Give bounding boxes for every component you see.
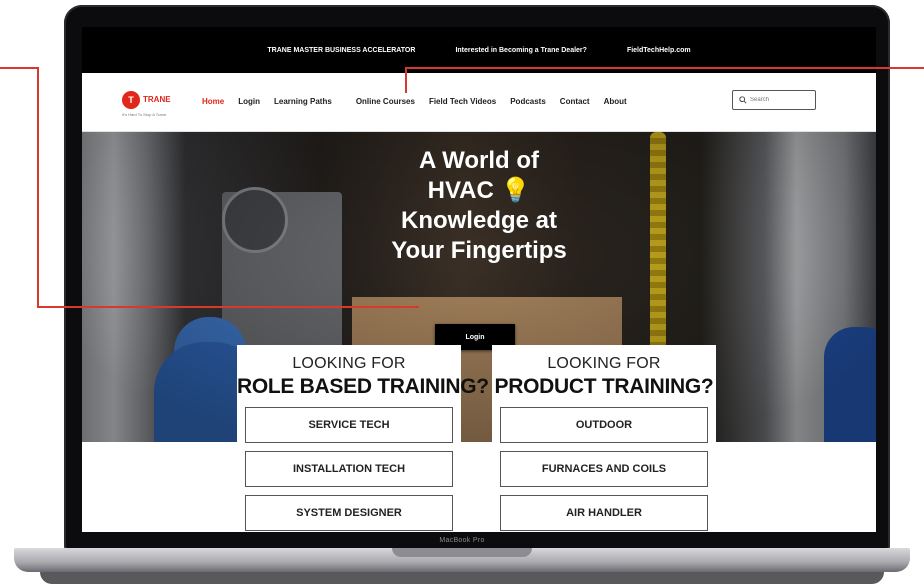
callout-line-left-bottom <box>37 306 419 308</box>
callout-line-right-top <box>405 67 924 69</box>
nav-item-login[interactable]: Login <box>238 97 260 106</box>
logo-wordmark: TRANE <box>143 95 171 104</box>
logo-tagline: It's Hard To Stop A Trane. <box>122 112 168 117</box>
topbar-link-accelerator[interactable]: TRANE MASTER BUSINESS ACCELERATOR <box>267 47 415 54</box>
card-kicker: LOOKING FOR <box>292 355 406 372</box>
hero-title-line: Your Fingertips <box>391 237 567 264</box>
laptop-shadow <box>40 572 884 584</box>
main-nav: T TRANE It's Hard To Stop A Trane. Home … <box>82 73 876 132</box>
hero-title-line: HVAC 💡 <box>427 177 531 204</box>
nav-item-contact[interactable]: Contact <box>560 97 590 106</box>
card-kicker: LOOKING FOR <box>547 355 661 372</box>
nav-item-field-tech-videos[interactable]: Field Tech Videos <box>429 97 496 106</box>
option-outdoor[interactable]: OUTDOOR <box>500 407 708 443</box>
option-furnaces-and-coils[interactable]: FURNACES AND COILS <box>500 451 708 487</box>
card-heading: ROLE BASED TRAINING? <box>237 375 489 398</box>
topbar-link-become-dealer[interactable]: Interested in Becoming a Trane Dealer? <box>455 47 587 54</box>
trane-logo[interactable]: T TRANE It's Hard To Stop A Trane. <box>122 91 182 121</box>
search-box[interactable] <box>732 90 816 110</box>
search-input[interactable] <box>750 97 810 103</box>
nav-menu: Home Login Learning Paths Online Courses… <box>202 97 627 106</box>
product-training-card: LOOKING FOR PRODUCT TRAINING? OUTDOOR FU… <box>492 345 716 532</box>
nav-item-about[interactable]: About <box>604 97 627 106</box>
nav-item-podcasts[interactable]: Podcasts <box>510 97 546 106</box>
hero-title-line: A World of <box>419 147 539 174</box>
hero-title-line: Knowledge at <box>400 207 557 234</box>
role-training-card: LOOKING FOR ROLE BASED TRAINING? SERVICE… <box>237 345 489 532</box>
option-system-designer[interactable]: SYSTEM DESIGNER <box>245 495 453 531</box>
trane-logo-icon: T <box>122 91 140 109</box>
laptop-label: MacBook Pro <box>439 537 485 544</box>
card-heading: PRODUCT TRAINING? <box>494 375 714 398</box>
callout-line-left-vertical <box>37 67 39 308</box>
search-icon <box>739 96 747 104</box>
nav-item-learning-paths[interactable]: Learning Paths <box>274 97 332 106</box>
option-air-handler[interactable]: AIR HANDLER <box>500 495 708 531</box>
option-service-tech[interactable]: SERVICE TECH <box>245 407 453 443</box>
laptop-notch <box>392 548 532 557</box>
browser-screen: TRANE MASTER BUSINESS ACCELERATOR Intere… <box>82 27 876 532</box>
hero-title: A World of HVAC 💡 Knowledge at Your Fing… <box>82 146 876 266</box>
topbar-link-fieldtechhelp[interactable]: FieldTechHelp.com <box>627 47 691 54</box>
callout-line-right-vertical <box>405 67 407 93</box>
nav-item-online-courses[interactable]: Online Courses <box>356 97 415 106</box>
callout-line-left-top <box>0 67 38 69</box>
option-installation-tech[interactable]: INSTALLATION TECH <box>245 451 453 487</box>
nav-item-home[interactable]: Home <box>202 97 224 106</box>
